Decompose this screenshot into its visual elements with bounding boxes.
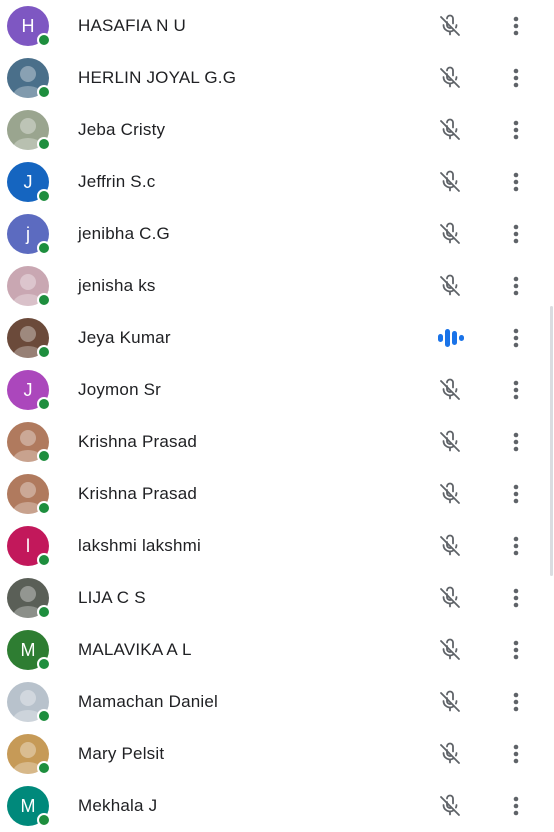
avatar	[7, 422, 51, 463]
more-options-icon[interactable]	[506, 532, 526, 560]
avatar: J	[7, 370, 51, 411]
avatar: l	[7, 526, 51, 567]
participant-name: HERLIN JOYAL G.G	[78, 68, 237, 87]
more-options-icon[interactable]	[506, 272, 526, 300]
mic-off-icon[interactable]	[436, 534, 464, 558]
more-options-icon[interactable]	[506, 636, 526, 664]
online-status-dot	[37, 33, 51, 47]
online-status-dot	[37, 501, 51, 515]
participant-row[interactable]: jenisha ks	[0, 260, 554, 312]
more-options-icon[interactable]	[506, 688, 526, 716]
participant-row[interactable]: Mary Pelsit	[0, 728, 554, 780]
avatar	[7, 58, 51, 99]
participant-name: MALAVIKA A L	[78, 640, 192, 659]
more-options-icon[interactable]	[506, 64, 526, 92]
participant-row[interactable]: LIJA C S	[0, 572, 554, 624]
more-options-icon[interactable]	[506, 324, 526, 352]
mic-off-icon[interactable]	[436, 586, 464, 610]
participant-name: Jeba Cristy	[78, 120, 166, 139]
speaking-indicator-icon[interactable]	[436, 326, 464, 350]
more-options-icon[interactable]	[506, 116, 526, 144]
avatar	[7, 578, 51, 619]
online-status-dot	[37, 657, 51, 671]
participant-row[interactable]: J Jeffrin S.c	[0, 156, 554, 208]
participant-name: jenibha C.G	[78, 224, 170, 243]
participant-row[interactable]: M MALAVIKA A L	[0, 624, 554, 676]
mic-off-icon[interactable]	[436, 66, 464, 90]
avatar	[7, 734, 51, 775]
participant-row[interactable]: M Mekhala J	[0, 780, 554, 832]
mic-off-icon[interactable]	[436, 638, 464, 662]
mic-off-icon[interactable]	[436, 482, 464, 506]
more-options-icon[interactable]	[506, 168, 526, 196]
more-options-icon[interactable]	[506, 792, 526, 820]
participant-row[interactable]: Krishna Prasad	[0, 468, 554, 520]
online-status-dot	[37, 345, 51, 359]
mic-off-icon[interactable]	[436, 222, 464, 246]
participant-name: Mary Pelsit	[78, 744, 165, 763]
online-status-dot	[37, 241, 51, 255]
avatar: M	[7, 630, 51, 671]
online-status-dot	[37, 85, 51, 99]
more-options-icon[interactable]	[506, 584, 526, 612]
participant-row[interactable]: Mamachan Daniel	[0, 676, 554, 728]
participant-name: Krishna Prasad	[78, 484, 198, 503]
avatar: M	[7, 786, 51, 827]
participant-name: lakshmi lakshmi	[78, 536, 201, 555]
more-options-icon[interactable]	[506, 480, 526, 508]
participant-name: HASAFIA N U	[78, 16, 187, 35]
avatar	[7, 474, 51, 515]
participant-row[interactable]: l lakshmi lakshmi	[0, 520, 554, 572]
avatar	[7, 266, 51, 307]
participant-name: Jeffrin S.c	[78, 172, 156, 191]
online-status-dot	[37, 605, 51, 619]
participant-name: Mamachan Daniel	[78, 692, 219, 711]
avatar: J	[7, 162, 51, 203]
participant-row[interactable]: j jenibha C.G	[0, 208, 554, 260]
participant-name: jenisha ks	[78, 276, 156, 295]
participant-row[interactable]: Jeya Kumar	[0, 312, 554, 364]
participant-row[interactable]: J Joymon Sr	[0, 364, 554, 416]
participant-name: Jeya Kumar	[78, 328, 171, 347]
online-status-dot	[37, 553, 51, 567]
mic-off-icon[interactable]	[436, 118, 464, 142]
online-status-dot	[37, 449, 51, 463]
participant-row[interactable]: HERLIN JOYAL G.G	[0, 52, 554, 104]
more-options-icon[interactable]	[506, 740, 526, 768]
participant-row[interactable]: Krishna Prasad	[0, 416, 554, 468]
more-options-icon[interactable]	[506, 376, 526, 404]
mic-off-icon[interactable]	[436, 690, 464, 714]
avatar	[7, 318, 51, 359]
more-options-icon[interactable]	[506, 12, 526, 40]
more-options-icon[interactable]	[506, 220, 526, 248]
online-status-dot	[37, 813, 51, 827]
participant-name: Mekhala J	[78, 796, 158, 815]
online-status-dot	[37, 397, 51, 411]
mic-off-icon[interactable]	[436, 742, 464, 766]
avatar	[7, 110, 51, 151]
participant-row[interactable]: Jeba Cristy	[0, 104, 554, 156]
avatar: H	[7, 6, 51, 47]
mic-off-icon[interactable]	[436, 170, 464, 194]
mic-off-icon[interactable]	[436, 14, 464, 38]
mic-off-icon[interactable]	[436, 794, 464, 818]
participant-name: Joymon Sr	[78, 380, 162, 399]
mic-off-icon[interactable]	[436, 430, 464, 454]
online-status-dot	[37, 761, 51, 775]
participants-list: H HASAFIA N U HERLIN JOYAL G.G Jeba Cristy J…	[0, 0, 554, 832]
mic-off-icon[interactable]	[436, 274, 464, 298]
participant-name: LIJA C S	[78, 588, 146, 607]
participant-name: Krishna Prasad	[78, 432, 198, 451]
online-status-dot	[37, 709, 51, 723]
more-options-icon[interactable]	[506, 428, 526, 456]
avatar: j	[7, 214, 51, 255]
online-status-dot	[37, 189, 51, 203]
online-status-dot	[37, 293, 51, 307]
online-status-dot	[37, 137, 51, 151]
mic-off-icon[interactable]	[436, 378, 464, 402]
avatar	[7, 682, 51, 723]
participant-row[interactable]: H HASAFIA N U	[0, 0, 554, 52]
scrollbar[interactable]	[550, 306, 553, 576]
